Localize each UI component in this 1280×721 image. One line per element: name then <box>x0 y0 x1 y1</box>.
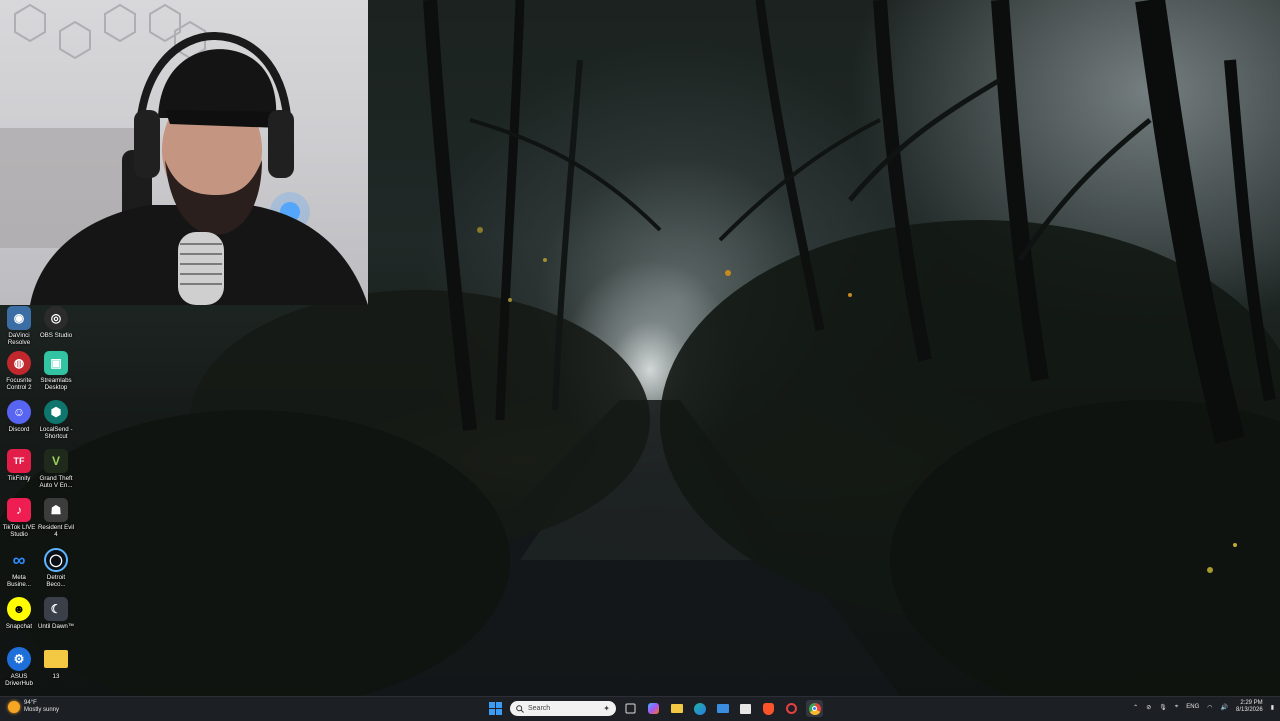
meta-icon: ∞ <box>12 549 26 570</box>
desktop-icon-label: 13 <box>52 673 60 680</box>
gear-icon: ⚙ <box>7 647 31 671</box>
desktop-icon-label: Streamlabs Desktop <box>40 377 72 391</box>
obs-studio-icon: ◎ <box>44 306 68 330</box>
snapchat-icon: ☻ <box>7 597 31 621</box>
desktop-icon-label: Grand Theft Auto V En... <box>39 475 73 489</box>
taskbar-center: Search ✦ <box>487 700 823 717</box>
search-placeholder: Search <box>528 705 551 712</box>
store-icon <box>740 703 751 714</box>
desktop-icon-label: Snapchat <box>5 623 33 630</box>
brave-button[interactable] <box>760 700 777 717</box>
task-view-button[interactable] <box>622 700 639 717</box>
copilot-icon <box>648 703 659 714</box>
chrome-button[interactable] <box>806 700 823 717</box>
desktop-icon-label: OBS Studio <box>39 332 73 339</box>
volume-icon[interactable]: 🔊 <box>1221 704 1228 711</box>
desktop-icon-resident-evil-4[interactable]: ☗ Resident Evil 4 <box>37 498 75 538</box>
file-explorer-button[interactable] <box>668 700 685 717</box>
mail-button[interactable] <box>714 700 731 717</box>
desktop-icon-detroit[interactable]: ◯ Detroit Beco... <box>37 548 75 588</box>
webcam-person-illustration <box>0 3 368 305</box>
sun-icon <box>8 701 20 713</box>
search-icon <box>516 704 524 713</box>
webcam-overlay <box>0 0 368 305</box>
desktop-icon-label: LocalSend - Shortcut <box>39 426 73 440</box>
desktop-icon-obs-studio[interactable]: ◎ OBS Studio <box>37 306 75 339</box>
system-tray: ⌃ ⊘ 🎙 ⌖ ENG ◠ 🔊 2:29 PM 8/13/2026 ▮ <box>1133 700 1274 714</box>
desktop-icon-label: TikTok LIVE Studio <box>2 524 36 538</box>
weather-text: 94°F Mostly sunny <box>24 700 59 714</box>
tikfinity-icon: TF <box>7 449 31 473</box>
task-view-icon <box>625 703 636 714</box>
localsend-icon: ⬢ <box>44 400 68 424</box>
desktop-icon-discord[interactable]: ☺ Discord <box>0 400 38 433</box>
desktop-icon-davinci-resolve[interactable]: ◉ DaVinci Resolve <box>0 306 38 346</box>
folder-icon <box>670 704 683 713</box>
desktop-icon-label: Focusrite Control 2 <box>6 377 32 391</box>
desktop-icon-label: Until Dawn™ <box>37 623 75 630</box>
streamlabs-icon: ▣ <box>44 351 68 375</box>
discord-icon: ☺ <box>7 400 31 424</box>
desktop-icon-streamlabs[interactable]: ▣ Streamlabs Desktop <box>37 351 75 391</box>
edge-button[interactable] <box>691 700 708 717</box>
weather-temperature: 94°F <box>24 700 37 706</box>
desktop-icon-tikfinity[interactable]: TF TikFinity <box>0 449 38 482</box>
desktop-icon-label: Meta Busine... <box>6 574 32 588</box>
desktop-icon-label: Discord <box>8 426 30 433</box>
desktop-icon-label: ASUS DriverHub <box>5 673 33 687</box>
desktop-icon-label: Resident Evil 4 <box>37 524 75 538</box>
clock[interactable]: 2:29 PM 8/13/2026 <box>1236 700 1263 714</box>
brave-icon <box>763 702 774 715</box>
search-highlight-icon: ✦ <box>603 704 610 713</box>
taskbar-search-box[interactable]: Search ✦ <box>510 701 616 716</box>
recorder-icon <box>786 703 797 714</box>
focusrite-icon: ◍ <box>7 351 31 375</box>
chevron-up-icon[interactable]: ⌃ <box>1133 704 1138 711</box>
folder-icon <box>44 650 68 668</box>
recorder-button[interactable] <box>783 700 800 717</box>
desktop-icon-localsend[interactable]: ⬢ LocalSend - Shortcut <box>37 400 75 440</box>
clock-date: 8/13/2026 <box>1235 707 1263 713</box>
mail-icon <box>716 704 729 713</box>
language-indicator[interactable]: ENG <box>1186 704 1199 710</box>
copilot-button[interactable] <box>645 700 662 717</box>
desktop-icon-label: TikFinity <box>7 475 31 482</box>
clock-time: 2:29 PM <box>1240 700 1263 706</box>
desktop-icon-tiktok-live-studio[interactable]: ♪ TikTok LIVE Studio <box>0 498 38 538</box>
start-button[interactable] <box>487 700 504 717</box>
taskbar: 94°F Mostly sunny Search ✦ ⌃ ⊘ 🎙 ⌖ ENG ◠… <box>0 696 1280 721</box>
davinci-resolve-icon: ◉ <box>7 306 31 330</box>
store-button[interactable] <box>737 700 754 717</box>
detroit-icon: ◯ <box>44 548 68 572</box>
location-icon[interactable]: ⌖ <box>1175 704 1178 711</box>
tiktok-live-icon: ♪ <box>7 498 31 522</box>
weather-widget[interactable]: 94°F Mostly sunny <box>8 700 59 714</box>
desktop-icon-until-dawn[interactable]: ☾ Until Dawn™ <box>37 597 75 630</box>
chrome-icon <box>808 702 821 715</box>
wifi-icon[interactable]: ◠ <box>1207 704 1212 711</box>
microphone-icon[interactable]: 🎙 <box>1159 704 1167 711</box>
desktop-icon-folder-13[interactable]: 13 <box>37 647 75 680</box>
desktop-icon-snapchat[interactable]: ☻ Snapchat <box>0 597 38 630</box>
edge-icon <box>693 702 706 715</box>
desktop-icon-focusrite[interactable]: ◍ Focusrite Control 2 <box>0 351 38 391</box>
desktop-icon-label: Detroit Beco... <box>46 574 66 588</box>
gta-v-icon: V <box>44 449 68 473</box>
until-dawn-icon: ☾ <box>44 597 68 621</box>
desktop-icon-meta-business[interactable]: ∞ Meta Busine... <box>0 548 38 589</box>
desktop-icon-label: DaVinci Resolve <box>7 332 31 346</box>
notification-icon[interactable]: ▮ <box>1271 704 1274 711</box>
network-off-icon[interactable]: ⊘ <box>1146 704 1151 711</box>
desktop-icon-asus-driverhub[interactable]: ⚙ ASUS DriverHub <box>0 647 38 687</box>
windows-logo-icon <box>489 702 502 715</box>
desktop-icon-gta-v[interactable]: V Grand Theft Auto V En... <box>37 449 75 489</box>
weather-condition: Mostly sunny <box>24 707 60 713</box>
resident-evil-icon: ☗ <box>44 498 68 522</box>
